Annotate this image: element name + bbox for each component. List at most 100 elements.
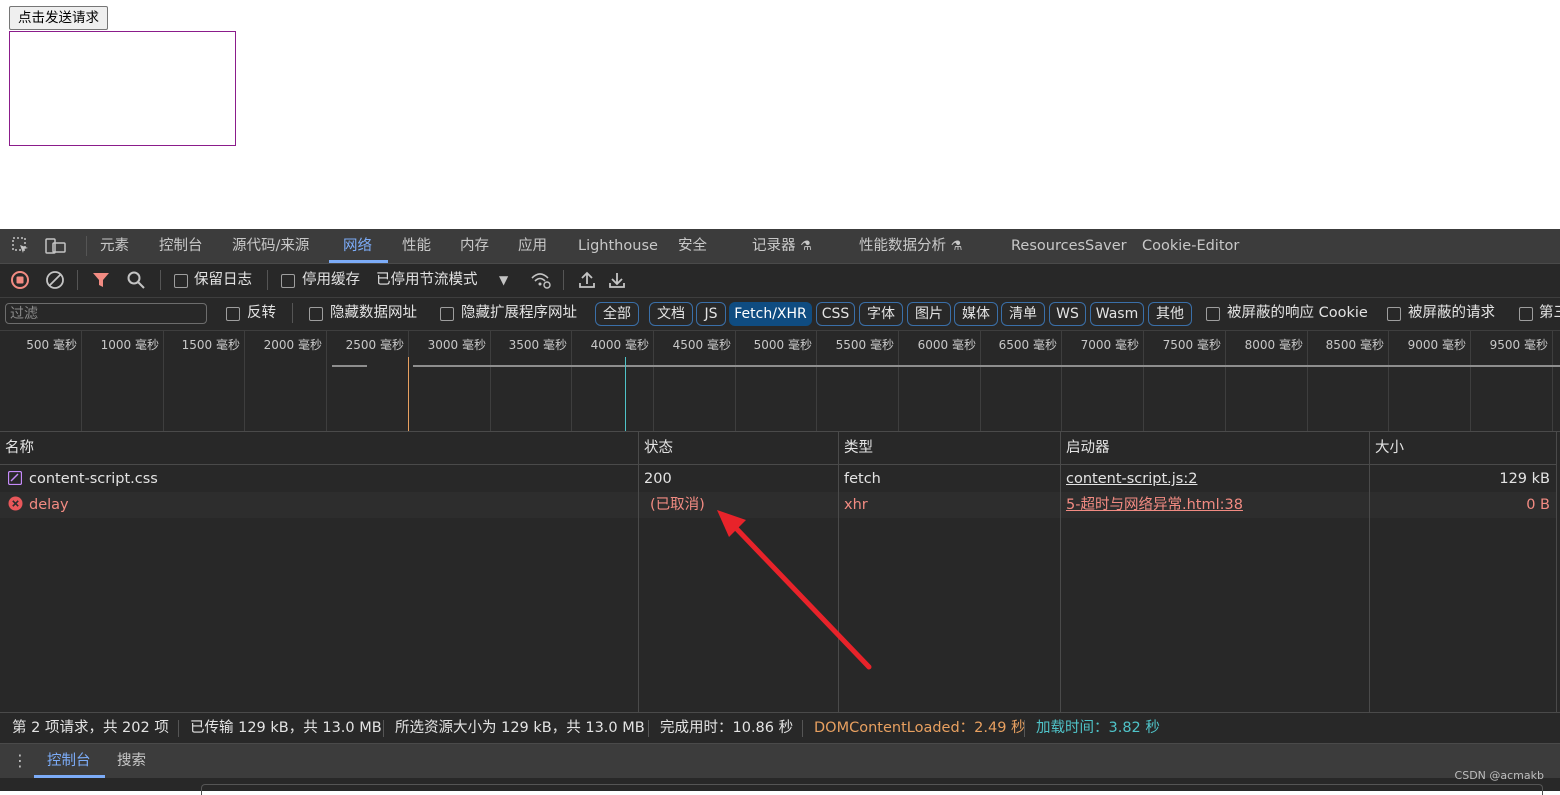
disable-cache-checkbox[interactable] [281,274,295,288]
tab-console[interactable]: 控制台 [159,229,203,263]
drawer-tab-console[interactable]: 控制台 [47,744,91,778]
watermark: CSDN @acmakb [1454,769,1544,782]
devtools-tabbar: 元素 控制台 源代码/来源 网络 性能 内存 应用 Lighthouse 安全 … [0,229,1560,264]
export-har-icon[interactable] [607,270,627,295]
column-header-name[interactable]: 名称 [0,432,638,465]
import-har-icon[interactable] [577,270,597,295]
status-transferred: 已传输 129 kB，共 13.0 MB [190,720,382,736]
type-filter-fetch-xhr[interactable]: Fetch/XHR [729,302,812,326]
tab-cookie-editor[interactable]: Cookie-Editor [1142,229,1239,263]
status-dom-content-loaded: DOMContentLoaded：2.49 秒 [814,720,1026,736]
type-filter-wasm[interactable]: Wasm [1090,302,1144,326]
drawer-tab-search[interactable]: 搜索 [117,744,146,778]
throttling-select[interactable]: 已停用节流模式 [376,270,478,290]
tab-sources[interactable]: 源代码/来源 [232,229,309,263]
blocked-cookies-label: 被屏蔽的响应 Cookie [1227,305,1368,321]
request-status: (已取消) [650,497,705,513]
overview-tick-label: 9000 毫秒 [1407,338,1466,352]
overview-tick-label: 5000 毫秒 [753,338,812,352]
request-type: xhr [844,497,868,513]
inspect-element-icon[interactable] [11,236,31,261]
overview-tick-label: 3000 毫秒 [427,338,486,352]
column-divider[interactable] [838,432,839,712]
overview-tick-label: 5500 毫秒 [835,338,894,352]
type-filter-img[interactable]: 图片 [907,302,951,326]
blocked-requests-checkbox[interactable] [1387,307,1401,321]
table-row[interactable]: content-script.css 200 fetch content-scr… [0,466,1556,492]
column-header-type[interactable]: 类型 [839,432,1060,465]
type-filter-font[interactable]: 字体 [859,302,903,326]
hide-extension-urls-label: 隐藏扩展程序网址 [461,305,577,321]
network-conditions-icon[interactable] [530,270,552,295]
request-initiator-link[interactable]: content-script.js:2 [1066,466,1197,492]
blocked-requests-label: 被屏蔽的请求 [1408,305,1495,321]
overview-gridline [571,331,572,431]
overview-gridline [816,331,817,431]
search-icon[interactable] [126,270,146,295]
tab-network[interactable]: 网络 [343,229,372,263]
column-divider[interactable] [1556,432,1557,712]
more-options-icon[interactable]: ⋮ [12,751,28,771]
overview-tick-label: 6500 毫秒 [998,338,1057,352]
stylesheet-icon [7,466,23,492]
type-filter-ws[interactable]: WS [1049,302,1086,326]
device-toolbar-icon[interactable] [45,236,67,261]
filter-icon[interactable] [91,270,111,295]
hide-data-urls-checkbox[interactable] [309,307,323,321]
tab-elements[interactable]: 元素 [100,229,129,263]
invert-checkbox[interactable] [226,307,240,321]
tab-performance[interactable]: 性能 [402,229,431,263]
table-row[interactable]: delay (已取消) xhr 5-超时与网络异常.html:38 0 B [0,492,1556,518]
preserve-log-checkbox[interactable] [174,274,188,288]
type-filter-css[interactable]: CSS [816,302,855,326]
network-toolbar: 保留日志 停用缓存 已停用节流模式 ▼ [0,264,1560,298]
tab-memory[interactable]: 内存 [460,229,489,263]
column-divider[interactable] [1060,432,1061,712]
overview-gridline [81,331,82,431]
error-icon [8,492,23,518]
overview-tick-label: 8000 毫秒 [1244,338,1303,352]
chevron-down-icon[interactable]: ▼ [499,270,508,290]
console-filter-input[interactable] [201,784,1543,795]
request-size: 0 B [1526,497,1550,513]
type-filter-all[interactable]: 全部 [595,302,639,326]
type-filter-media[interactable]: 媒体 [954,302,998,326]
overview-tick-label: 2500 毫秒 [345,338,404,352]
filter-input[interactable] [5,303,207,324]
request-initiator-link[interactable]: 5-超时与网络异常.html:38 [1066,492,1243,518]
type-filter-other[interactable]: 其他 [1148,302,1192,326]
drawer-tabbar: ⋮ 控制台 搜索 [0,743,1560,778]
result-box [9,31,236,146]
blocked-cookies-checkbox[interactable] [1206,307,1220,321]
third-party-checkbox[interactable] [1519,307,1533,321]
overview-gridline [1388,331,1389,431]
hide-data-urls-label: 隐藏数据网址 [330,305,417,321]
network-status-bar: 第 2 项请求，共 202 项 已传输 129 kB，共 13.0 MB 所选资… [0,712,1560,743]
tab-lighthouse[interactable]: Lighthouse [578,229,658,263]
tab-performance-insights[interactable]: 性能数据分析 ⚗ [859,229,962,263]
tab-resources-saver[interactable]: ResourcesSaver [1011,229,1127,263]
type-filter-js[interactable]: JS [696,302,726,326]
request-status: 200 [644,471,672,487]
tab-security[interactable]: 安全 [678,229,707,263]
preserve-log-label: 保留日志 [194,272,252,288]
tab-application[interactable]: 应用 [518,229,547,263]
type-filter-manifest[interactable]: 清单 [1001,302,1045,326]
request-name: content-script.css [29,471,158,487]
column-header-initiator[interactable]: 启动器 [1061,432,1369,465]
overview-tick-label: 7000 毫秒 [1080,338,1139,352]
clear-icon[interactable] [45,270,65,295]
send-request-button[interactable]: 点击发送请求 [9,6,108,30]
request-type: fetch [844,471,881,487]
column-divider[interactable] [1369,432,1370,712]
overview-tick-label: 500 毫秒 [26,338,77,352]
hide-extension-urls-checkbox[interactable] [440,307,454,321]
column-divider[interactable] [638,432,639,712]
tab-recorder[interactable]: 记录器 ⚗ [752,229,812,263]
column-header-status[interactable]: 状态 [639,432,838,465]
type-filter-doc[interactable]: 文档 [649,302,693,326]
column-header-size[interactable]: 大小 [1370,432,1556,465]
overview-gridline [898,331,899,431]
record-stop-icon[interactable] [10,270,30,295]
console-toolbar [0,778,1560,795]
